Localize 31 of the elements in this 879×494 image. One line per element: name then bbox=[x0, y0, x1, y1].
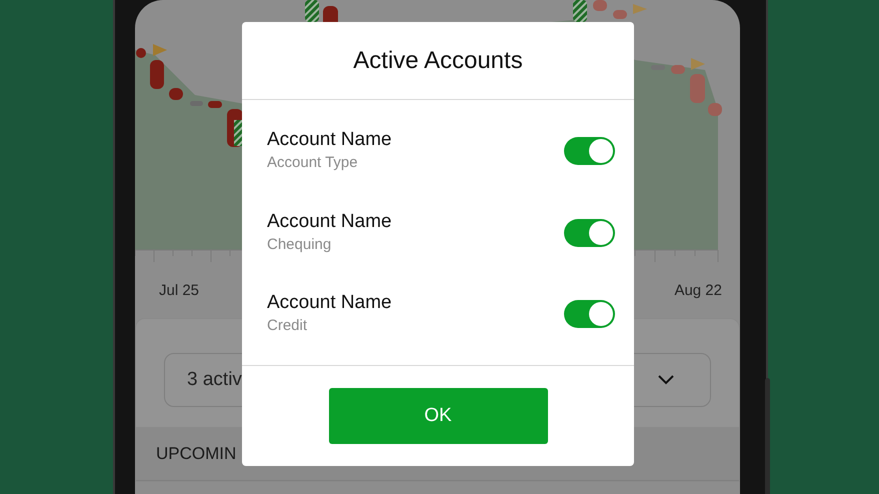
chart-dot bbox=[136, 48, 146, 58]
chart-candle bbox=[208, 101, 222, 108]
dialog-title: Active Accounts bbox=[353, 46, 523, 76]
axis-date-label: Jul 25 bbox=[159, 281, 200, 301]
section-header: UPCOMIN bbox=[156, 442, 236, 465]
account-type: Account Type bbox=[267, 152, 359, 173]
account-type: Credit bbox=[267, 316, 308, 336]
flag-marker bbox=[153, 44, 167, 56]
chevron-down-icon bbox=[658, 375, 674, 385]
chart-candle bbox=[671, 65, 685, 74]
chart-candle bbox=[690, 74, 705, 103]
chart-candle bbox=[573, 0, 587, 22]
account-toggle[interactable] bbox=[564, 218, 615, 246]
account-name: Account Name bbox=[267, 128, 392, 152]
account-type: Chequing bbox=[267, 234, 332, 254]
chart-candle bbox=[305, 0, 319, 22]
ok-button[interactable]: OK bbox=[328, 388, 548, 444]
chart-candle bbox=[150, 60, 164, 89]
account-toggle[interactable] bbox=[564, 136, 615, 165]
account-name: Account Name bbox=[267, 291, 392, 316]
dropdown-value: 3 activ bbox=[187, 368, 242, 392]
axis-date-label: Aug 22 bbox=[674, 281, 722, 301]
chart-candle bbox=[593, 0, 607, 11]
chart-candle bbox=[651, 65, 665, 70]
account-toggle[interactable] bbox=[564, 300, 615, 328]
chart-candle bbox=[227, 109, 243, 147]
chart-candle bbox=[708, 103, 722, 116]
account-name: Account Name bbox=[267, 210, 392, 234]
flag-marker bbox=[633, 4, 647, 14]
flag-marker bbox=[691, 58, 705, 70]
chart-candle bbox=[613, 10, 627, 19]
